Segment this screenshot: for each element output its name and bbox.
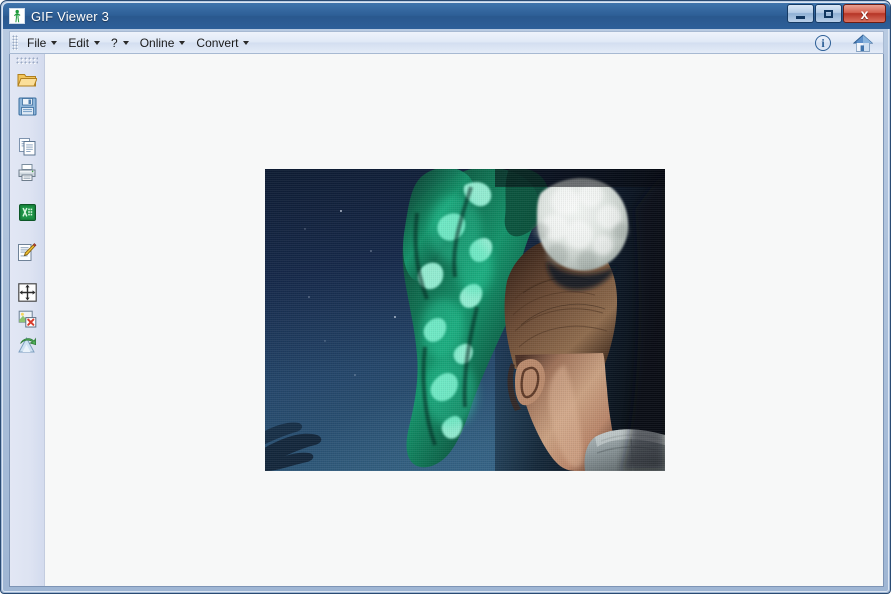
toolbar-gripper[interactable] bbox=[16, 57, 38, 64]
image-canvas[interactable] bbox=[45, 54, 883, 586]
menu-item-edit[interactable]: Edit bbox=[62, 32, 105, 53]
menu-item-file[interactable]: File bbox=[21, 32, 62, 53]
move-resize-icon[interactable] bbox=[14, 279, 40, 305]
export-arrow-icon[interactable] bbox=[14, 331, 40, 357]
spreadsheet-icon[interactable] bbox=[14, 199, 40, 225]
menu-item-help-label: ? bbox=[111, 35, 118, 50]
close-button[interactable]: x bbox=[843, 4, 886, 23]
tool-bar bbox=[10, 54, 45, 586]
minimize-button[interactable] bbox=[787, 4, 814, 23]
menu-bar: File Edit ? Online Convert i bbox=[9, 31, 884, 54]
title-bar[interactable]: GIF Viewer 3 x bbox=[3, 3, 890, 29]
chevron-down-icon bbox=[122, 40, 129, 45]
menu-bar-right-icons: i bbox=[815, 33, 883, 52]
menu-item-online[interactable]: Online bbox=[134, 32, 191, 53]
window-title: GIF Viewer 3 bbox=[31, 8, 110, 24]
chevron-down-icon bbox=[179, 40, 186, 45]
menu-item-convert[interactable]: Convert bbox=[190, 32, 254, 53]
menu-item-edit-label: Edit bbox=[68, 35, 90, 50]
menu-item-help[interactable]: ? bbox=[105, 32, 134, 53]
info-icon[interactable]: i bbox=[815, 34, 831, 51]
open-folder-icon[interactable] bbox=[14, 67, 40, 93]
save-floppy-icon[interactable] bbox=[14, 93, 40, 119]
menu-gripper[interactable] bbox=[12, 35, 18, 50]
app-window: GIF Viewer 3 x File Edit ? Online Conver… bbox=[0, 0, 891, 594]
chevron-down-icon bbox=[51, 40, 58, 45]
gif-preview[interactable] bbox=[265, 169, 665, 471]
copy-pages-icon[interactable] bbox=[14, 133, 40, 159]
menu-item-online-label: Online bbox=[139, 35, 175, 50]
close-icon: x bbox=[860, 5, 869, 22]
maximize-button[interactable] bbox=[815, 4, 842, 23]
menu-item-file-label: File bbox=[27, 35, 47, 50]
print-icon[interactable] bbox=[14, 159, 40, 185]
running-man-icon bbox=[9, 8, 25, 24]
home-icon[interactable] bbox=[852, 33, 874, 52]
edit-pencil-icon[interactable] bbox=[14, 239, 40, 265]
delete-image-icon[interactable] bbox=[14, 305, 40, 331]
chevron-down-icon bbox=[243, 40, 250, 45]
menu-item-convert-label: Convert bbox=[196, 35, 239, 50]
client-area bbox=[9, 54, 884, 587]
chevron-down-icon bbox=[94, 40, 101, 45]
window-controls: x bbox=[787, 4, 886, 23]
